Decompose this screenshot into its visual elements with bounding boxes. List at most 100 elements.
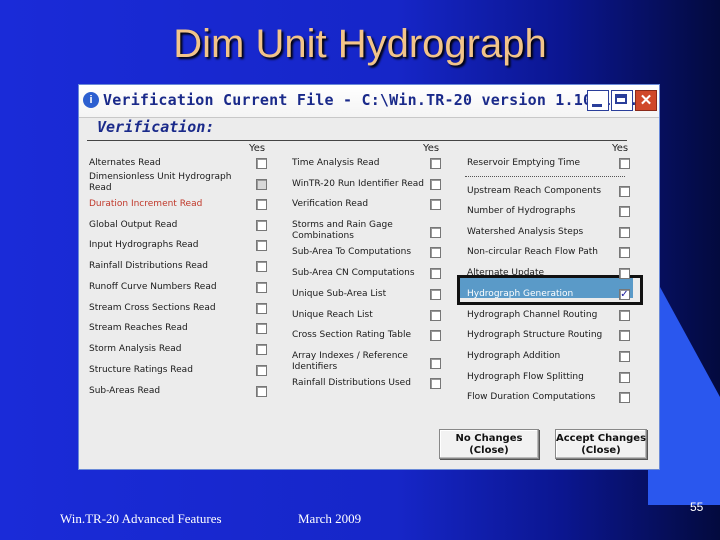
c3-item-text: Upstream Reach Components <box>467 186 602 196</box>
c2-checkbox[interactable] <box>430 227 441 238</box>
c3-item-label: Hydrograph Addition <box>467 351 560 362</box>
c3-item-text: Hydrograph Structure Routing <box>467 330 603 340</box>
minimize-button[interactable] <box>587 90 609 111</box>
title-bar[interactable]: i Verification Current File - C:\Win.TR-… <box>79 85 659 118</box>
c3-item-label: Hydrograph Flow Splitting <box>467 372 584 383</box>
verification-window: i Verification Current File - C:\Win.TR-… <box>78 84 660 470</box>
c3-item-text: Number of Hydrographs <box>467 206 576 216</box>
c3-item-label: Number of Hydrographs <box>467 206 575 217</box>
c3-item-label: Hydrograph Generation <box>467 289 573 300</box>
c1-checkbox[interactable] <box>256 240 267 251</box>
c1-item-text: Runoff Curve Numbers Read <box>89 282 217 292</box>
c3-item-text: Reservoir Emptying Time <box>467 158 581 168</box>
c2-checkbox[interactable] <box>430 310 441 321</box>
c2-checkbox[interactable] <box>430 158 441 169</box>
c1-item-label: Sub-Areas Read <box>89 386 160 397</box>
c1-item-label: Duration Increment Read <box>89 199 202 210</box>
dotted-separator <box>465 176 625 177</box>
c2-checkbox[interactable] <box>430 179 441 190</box>
window-title: Verification Current File - C:\Win.TR-20… <box>103 91 639 109</box>
no-changes-button[interactable]: No Changes (Close) <box>439 429 539 459</box>
c1-item-text: Sub-Areas Read <box>89 386 161 396</box>
c3-checkbox[interactable] <box>619 351 630 362</box>
c1-item-text: Alternates Read <box>89 158 161 168</box>
c3-item-label: Non-circular Reach Flow Path <box>467 247 598 258</box>
c3-item-text: Hydrograph Generation <box>467 289 574 299</box>
accept-changes-button[interactable]: Accept Changes (Close) <box>555 429 647 459</box>
c2-checkbox[interactable] <box>430 378 441 389</box>
c2-item-text: Rainfall Distributions Used <box>292 378 411 388</box>
c3-checkbox[interactable] <box>619 247 630 258</box>
c2-checkbox[interactable] <box>430 247 441 258</box>
c1-item-text: Input Hydrographs Read <box>89 240 199 250</box>
c3-item-label: Hydrograph Structure Routing <box>467 330 602 341</box>
slide-title: Dim Unit Hydrograph <box>173 22 547 66</box>
c1-item-text-line2: Read <box>89 183 112 193</box>
c1-checkbox[interactable] <box>256 303 267 314</box>
c3-checkbox[interactable] <box>619 372 630 383</box>
c1-checkbox[interactable] <box>256 365 267 376</box>
accept-changes-sublabel: (Close) <box>581 445 621 456</box>
c3-item-label: Reservoir Emptying Time <box>467 158 580 169</box>
c2-item-label: Verification Read <box>292 199 368 210</box>
info-icon: i <box>83 92 99 108</box>
c1-item-text: Rainfall Distributions Read <box>89 261 208 271</box>
c1-checkbox[interactable] <box>256 220 267 231</box>
c1-checkbox[interactable] <box>256 386 267 397</box>
c2-checkbox[interactable] <box>430 268 441 279</box>
c1-checkbox[interactable] <box>256 323 267 334</box>
c2-item-text: WinTR-20 Run Identifier Read <box>292 179 424 189</box>
c2-checkbox[interactable] <box>430 330 441 341</box>
no-changes-sublabel: (Close) <box>469 445 509 456</box>
section-divider <box>87 140 627 141</box>
footer-title: Win.TR-20 Advanced Features <box>60 511 222 526</box>
c2-item-text: Cross Section Rating Table <box>292 330 411 340</box>
c2-item-label: WinTR-20 Run Identifier Read <box>292 179 424 190</box>
c1-item-label: Runoff Curve Numbers Read <box>89 282 217 293</box>
c3-checkbox[interactable] <box>619 158 630 169</box>
c3-checkbox[interactable]: ✓ <box>619 289 630 300</box>
c1-checkbox[interactable] <box>256 261 267 272</box>
checkmark-icon: ✓ <box>620 289 629 300</box>
c3-item-label: Hydrograph Channel Routing <box>467 310 597 321</box>
c1-checkbox[interactable] <box>256 344 267 355</box>
c1-item-text: Global Output Read <box>89 220 178 230</box>
c3-item-text: Hydrograph Channel Routing <box>467 310 598 320</box>
c2-item-text: Time Analysis Read <box>292 158 380 168</box>
c3-checkbox[interactable] <box>619 392 630 403</box>
c1-checkbox[interactable] <box>256 179 267 190</box>
c1-item-text: Storm Analysis Read <box>89 344 182 354</box>
c2-item-text: Sub-Area To Computations <box>292 247 412 257</box>
c3-checkbox[interactable] <box>619 186 630 197</box>
c3-item-text: Watershed Analysis Steps <box>467 227 584 237</box>
c1-item-text: Stream Cross Sections Read <box>89 303 216 313</box>
c2-item-label: Sub-Area CN Computations <box>292 268 415 279</box>
c2-item-label: Storms and Rain Gage Combinations <box>292 220 393 242</box>
c3-checkbox[interactable] <box>619 310 630 321</box>
close-button[interactable]: ✕ <box>635 90 657 111</box>
c2-checkbox[interactable] <box>430 289 441 300</box>
accept-changes-label: Accept Changes <box>556 433 647 444</box>
c1-item-text: Stream Reaches Read <box>89 323 188 333</box>
c2-item-label: Rainfall Distributions Used <box>292 378 411 389</box>
c1-item-label: Dimensionless Unit Hydrograph Read <box>89 172 231 194</box>
c2-item-text: Array Indexes / Reference <box>292 351 408 361</box>
c3-checkbox[interactable] <box>619 268 630 279</box>
section-heading: Verification: <box>97 118 215 136</box>
c2-item-label: Unique Reach List <box>292 310 373 321</box>
c3-checkbox[interactable] <box>619 206 630 217</box>
maximize-button[interactable] <box>611 90 633 111</box>
c3-checkbox[interactable] <box>619 227 630 238</box>
c2-checkbox[interactable] <box>430 358 441 369</box>
c3-checkbox[interactable] <box>619 330 630 341</box>
c2-item-text: Unique Reach List <box>292 310 373 320</box>
c2-item-label: Array Indexes / Reference Identifiers <box>292 351 408 373</box>
c3-item-label: Watershed Analysis Steps <box>467 227 583 238</box>
c2-item-text: Unique Sub-Area List <box>292 289 387 299</box>
c1-checkbox[interactable] <box>256 199 267 210</box>
yes-header-col2: Yes <box>423 143 440 154</box>
c1-checkbox[interactable] <box>256 158 267 169</box>
c2-item-text: Verification Read <box>292 199 369 209</box>
c2-checkbox[interactable] <box>430 199 441 210</box>
c1-checkbox[interactable] <box>256 282 267 293</box>
